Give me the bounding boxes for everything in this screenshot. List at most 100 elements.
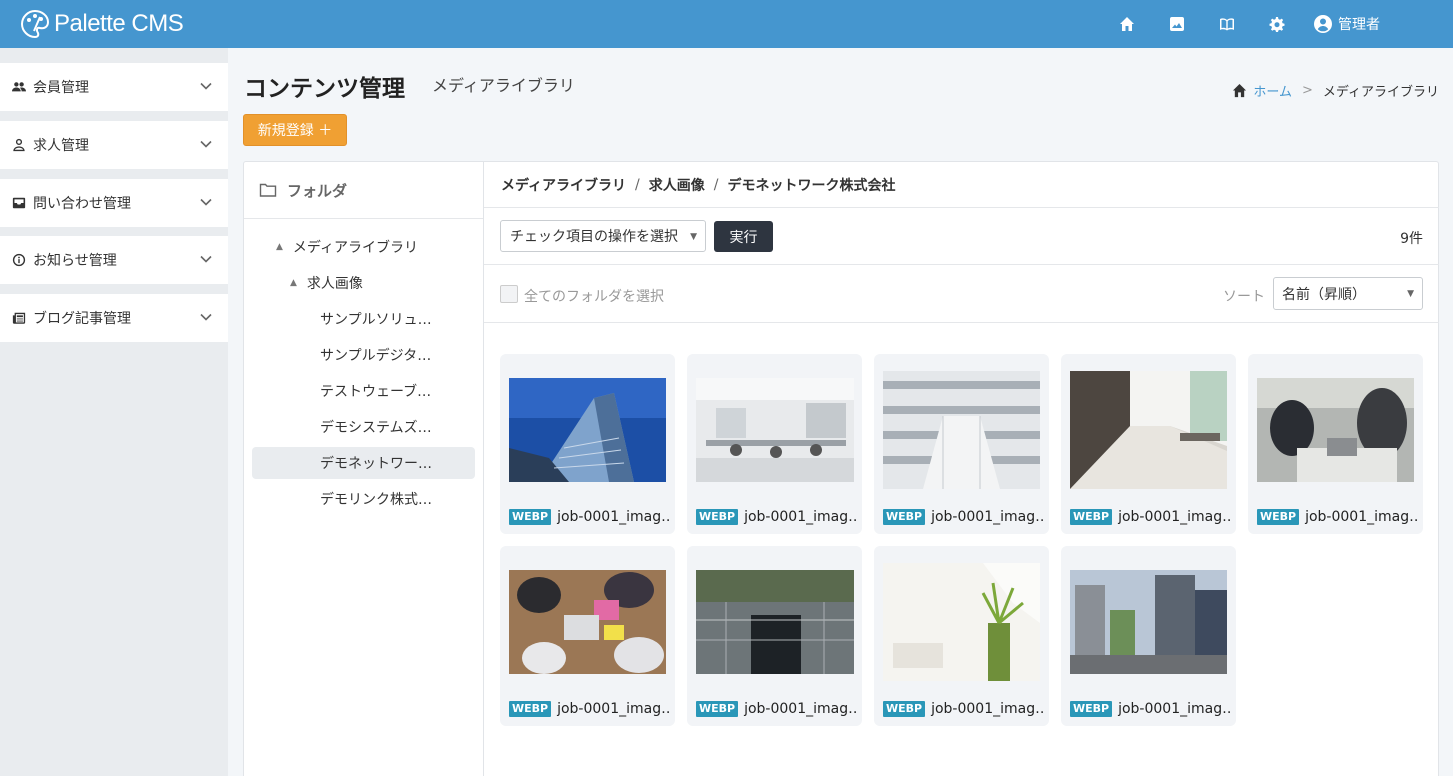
chevron-down-icon (200, 313, 212, 321)
thumbnail-plant-room[interactable] (883, 563, 1040, 681)
path-segment[interactable]: メディアライブラリ (501, 175, 626, 195)
expand-caret-icon[interactable]: ▲ (290, 278, 297, 288)
path-segment: デモネットワーク株式会社 (727, 177, 896, 194)
nav-docs[interactable] (1213, 0, 1241, 48)
sidebar-item-news[interactable]: お知らせ管理 (0, 236, 228, 284)
media-tile[interactable]: WEBP job-0001_imag… (1061, 354, 1236, 534)
file-type-badge: WEBP (509, 701, 552, 717)
file-type-badge: WEBP (1070, 701, 1113, 717)
sidebar-item-blog[interactable]: ブログ記事管理 (0, 294, 228, 342)
sidebar-item-label: ブログ記事管理 (33, 311, 131, 327)
media-file-name: job-0001_imag… (744, 509, 856, 525)
select-all-label[interactable]: 全てのフォルダを選択 (524, 286, 664, 306)
file-type-badge: WEBP (1070, 509, 1113, 525)
folder-icon (259, 183, 277, 197)
chevron-down-icon (200, 82, 212, 90)
media-file-label: WEBP job-0001_imag… (1070, 700, 1230, 718)
media-file-name: job-0001_imag… (744, 701, 856, 717)
tree-node-label: デモシステムズ… (320, 420, 432, 436)
media-tile[interactable]: WEBP job-0001_imag… (1248, 354, 1423, 534)
media-file-name: job-0001_imag… (557, 509, 669, 525)
palette-logo-icon (20, 9, 50, 39)
nav-media[interactable] (1164, 0, 1190, 48)
media-tile[interactable]: WEBP job-0001_imag… (1061, 546, 1236, 726)
thumbnail-desk-team[interactable] (509, 570, 666, 674)
thumbnail-library[interactable] (883, 371, 1040, 489)
thumbnail-city-street[interactable] (1070, 570, 1227, 674)
book-icon (1220, 18, 1234, 31)
chevron-down-icon (200, 198, 212, 206)
sidebar-item-inquiries[interactable]: 問い合わせ管理 (0, 179, 228, 227)
tree-node-folder[interactable]: サンプルデジタ… (320, 339, 431, 371)
media-tile[interactable]: WEBP job-0001_imag… (500, 354, 675, 534)
tree-node-folder-selected[interactable]: デモネットワー… (320, 447, 432, 479)
thumbnail-skyscraper[interactable] (509, 378, 666, 482)
sort-select[interactable]: 名前（昇順） ▼ (1273, 277, 1423, 310)
dropdown-arrow-icon: ▼ (1407, 289, 1414, 299)
media-tile[interactable]: WEBP job-0001_imag… (500, 546, 675, 726)
expand-caret-icon[interactable]: ▲ (276, 242, 283, 252)
execute-button[interactable]: 実行 (714, 221, 773, 252)
tree-node-job-images[interactable]: ▲ 求人画像 (290, 267, 363, 299)
media-file-name: job-0001_imag… (931, 701, 1043, 717)
media-file-label: WEBP job-0001_imag… (883, 508, 1043, 526)
tree-node-folder[interactable]: サンプルソリュ… (320, 303, 432, 335)
file-type-badge: WEBP (883, 509, 926, 525)
user-icon (13, 138, 25, 152)
select-all-checkbox[interactable] (500, 285, 518, 303)
media-file-label: WEBP job-0001_imag… (509, 508, 669, 526)
breadcrumb: ホーム > メディアライブラリ (1232, 80, 1439, 100)
media-file-name: job-0001_imag… (1118, 701, 1230, 717)
tree-node-media-library[interactable]: ▲ メディアライブラリ (276, 231, 418, 263)
sidebar-item-members[interactable]: 会員管理 (0, 63, 228, 111)
file-type-badge: WEBP (696, 509, 739, 525)
breadcrumb-current: メディアライブラリ (1322, 84, 1439, 100)
media-tile[interactable]: WEBP job-0001_imag… (874, 546, 1049, 726)
tree-node-folder[interactable]: デモリンク株式… (320, 483, 432, 515)
bulk-action-select[interactable]: チェック項目の操作を選択 ▼ (500, 220, 706, 252)
tree-node-label: メディアライブラリ (292, 240, 418, 256)
sidebar-item-jobs[interactable]: 求人管理 (0, 121, 228, 169)
item-count: 9件 (1400, 231, 1423, 247)
selection-bar: 全てのフォルダを選択 ソート 名前（昇順） ▼ (484, 265, 1439, 323)
bulk-action-bar: チェック項目の操作を選択 ▼ 実行 9件 (484, 208, 1439, 265)
tree-node-folder[interactable]: テストウェーブ… (320, 375, 431, 407)
chevron-down-icon (200, 255, 212, 263)
media-file-label: WEBP job-0001_imag… (1070, 508, 1230, 526)
thumbnail-hallway[interactable] (1070, 371, 1227, 489)
path-segment[interactable]: 求人画像 (649, 175, 705, 195)
thumbnail-entrance[interactable] (696, 570, 854, 674)
media-tile[interactable]: WEBP job-0001_imag… (874, 354, 1049, 534)
tree-node-label: サンプルソリュ… (320, 312, 432, 328)
media-file-label: WEBP job-0001_imag… (1257, 508, 1417, 526)
media-file-name: job-0001_imag… (931, 509, 1043, 525)
page-title: コンテンツ管理 (244, 76, 405, 102)
inbox-icon (12, 197, 26, 209)
app-name: Palette CMS (54, 10, 184, 37)
tree-node-label: デモリンク株式… (320, 492, 432, 508)
info-icon (12, 253, 26, 267)
new-register-button[interactable]: 新規登録 ＋ (243, 114, 347, 146)
thumbnail-office[interactable] (696, 378, 854, 482)
media-file-label: WEBP job-0001_imag… (696, 508, 856, 526)
media-library-card: フォルダ ▲ メディアライブラリ ▲ 求人画像 サンプルソリュ… サンプルデジタ… (243, 161, 1439, 776)
tree-node-folder[interactable]: デモシステムズ… (320, 411, 432, 443)
nav-settings[interactable] (1264, 0, 1290, 48)
media-file-name: job-0001_imag… (1118, 509, 1230, 525)
sort-value: 名前（昇順） (1282, 286, 1366, 303)
media-file-name: job-0001_imag… (557, 701, 669, 717)
page-subtitle: メディアライブラリ (432, 76, 575, 95)
media-tile[interactable]: WEBP job-0001_imag… (687, 354, 862, 534)
media-tile[interactable]: WEBP job-0001_imag… (687, 546, 862, 726)
folder-path: メディアライブラリ / 求人画像 / デモネットワーク株式会社 (484, 162, 1439, 208)
newspaper-icon (12, 312, 26, 324)
gear-icon (1269, 17, 1285, 32)
thumbnail-meeting[interactable] (1257, 378, 1414, 482)
breadcrumb-home-link[interactable]: ホーム (1253, 81, 1292, 100)
nav-home[interactable] (1114, 0, 1140, 48)
user-menu[interactable]: 管理者 (1314, 0, 1380, 48)
user-name: 管理者 (1338, 17, 1380, 33)
home-icon (1233, 83, 1247, 97)
app-logo[interactable]: Palette CMS (20, 9, 184, 39)
home-icon (1120, 17, 1134, 31)
